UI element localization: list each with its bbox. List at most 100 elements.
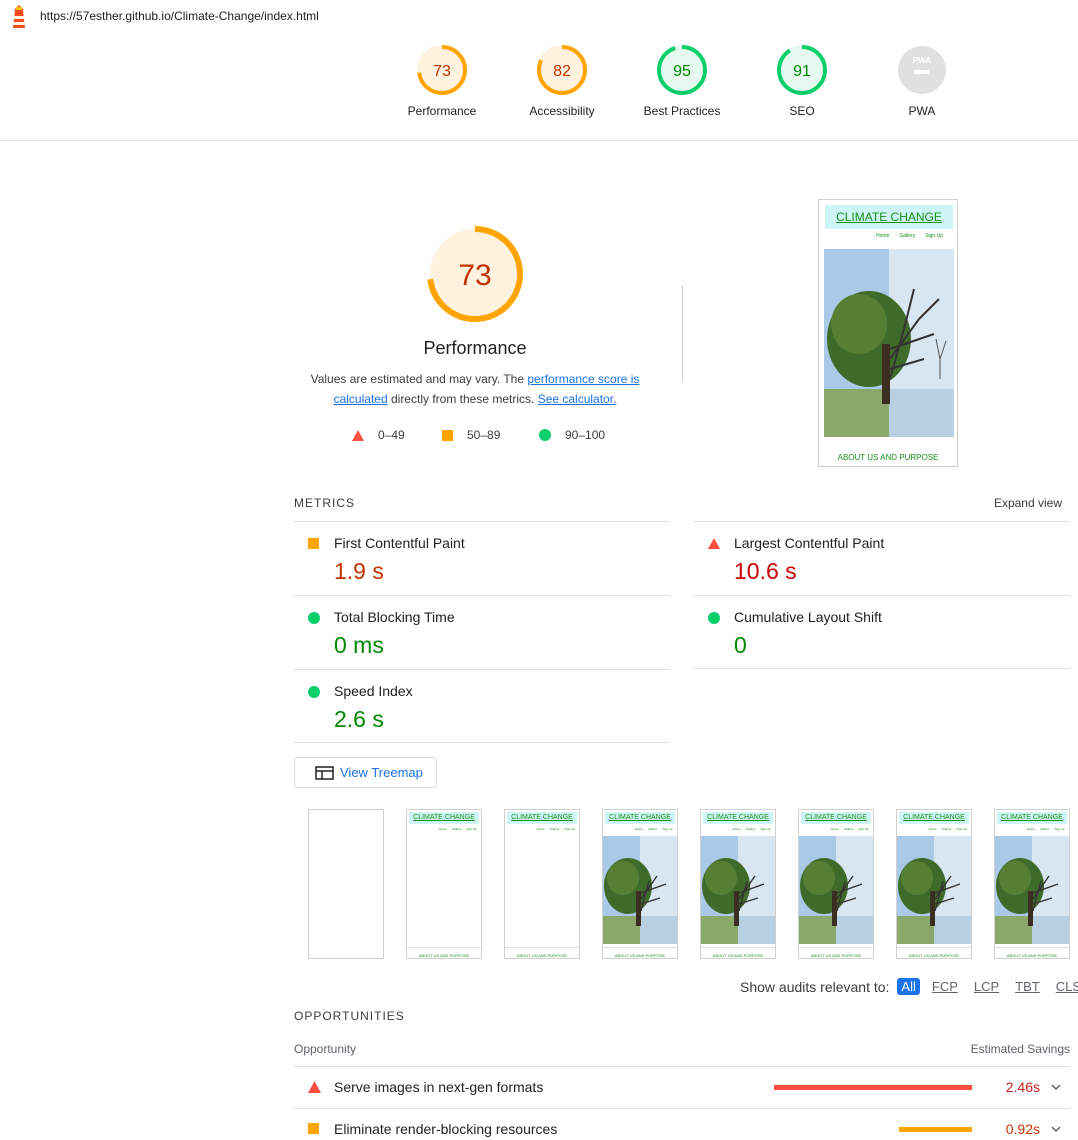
treemap-icon (315, 765, 334, 780)
metric-value: 1.9 s (334, 558, 384, 584)
column-savings: Estimated Savings (970, 1042, 1070, 1056)
opportunity-savings: 2.46s (1005, 1079, 1040, 1095)
legend-fail: 0–49 (352, 428, 405, 442)
filter-chip-tbt[interactable]: TBT (1011, 978, 1044, 995)
metrics-label: METRICS (294, 496, 355, 510)
gauge-score: 95 (673, 63, 691, 80)
score-gauge-icon: 73 (417, 45, 467, 95)
category-gauges: 73 Performance 82 Accessibility 95 Best … (0, 32, 1078, 141)
filter-chip-cls[interactable]: CLS (1052, 978, 1078, 995)
preview-header: CLIMATE CHANGE (825, 205, 953, 229)
legend-pass: 90–100 (539, 428, 605, 442)
final-screenshot[interactable]: CLIMATE CHANGE Home Gallery Sign Up ABOU… (818, 199, 958, 467)
frame-footer: ABOUT US AND PURPOSE (1006, 953, 1058, 958)
opportunities-header: Opportunity Estimated Savings (294, 1042, 1070, 1067)
filmstrip-frame: CLIMATE CHANGE Home Gallery Sign Up ABOUT US… (406, 809, 482, 959)
savings-bar (899, 1127, 972, 1132)
metric-speed-index: Speed Index 2.6 s (294, 669, 670, 743)
opportunities-label: OPPORTUNITIES (294, 1009, 405, 1023)
frame-header: CLIMATE CHANGE (801, 812, 871, 824)
frame-header: CLIMATE CHANGE (409, 812, 479, 824)
opportunity-row[interactable]: Eliminate render-blocking resources 0.92… (294, 1109, 1070, 1140)
metric-fcp: First Contentful Paint 1.9 s (294, 521, 670, 595)
performance-description: Values are estimated and may vary. The p… (300, 369, 650, 409)
filmstrip-frame: CLIMATE CHANGE Home Gallery Sign Up ABOUT US… (602, 809, 678, 959)
circle-icon (539, 429, 551, 441)
square-icon (308, 538, 319, 549)
filter-chip-all[interactable]: All (897, 978, 920, 995)
triangle-icon (308, 1081, 321, 1093)
frame-nav: Home Gallery Sign Up (1026, 827, 1065, 831)
preview-nav-item: Gallery (899, 233, 916, 239)
preview-nav-item: Sign Up (925, 233, 943, 239)
frame-header: CLIMATE CHANGE (703, 812, 773, 824)
metric-value: 10.6 s (734, 558, 797, 584)
address-bar: https://57esther.github.io/Climate-Chang… (0, 0, 1078, 32)
frame-footer: ABOUT US AND PURPOSE (712, 953, 764, 958)
gauge-pwa[interactable]: PWA PWA (872, 44, 972, 118)
audit-filter: Show audits relevant to: All FCP LCP TBT… (740, 978, 1078, 995)
metric-title: Total Blocking Time (334, 609, 455, 625)
gauge-accessibility[interactable]: 82 Accessibility (512, 44, 612, 118)
filter-chip-lcp[interactable]: LCP (970, 978, 1003, 995)
expand-view-toggle[interactable]: Expand view (994, 496, 1062, 510)
preview-nav: Home Gallery Sign Up (876, 233, 943, 239)
frame-header: CLIMATE CHANGE (507, 812, 577, 824)
metric-value: 2.6 s (334, 706, 384, 732)
score-gauge-icon: 95 (657, 45, 707, 95)
circle-icon (308, 686, 320, 698)
pwa-badge-text: PWA (913, 56, 931, 65)
preview-nav-item: Home (876, 233, 890, 239)
calculator-link[interactable]: See calculator. (538, 392, 617, 406)
score-gauge-icon: 82 (537, 45, 587, 95)
square-icon (308, 1123, 319, 1134)
frame-header: CLIMATE CHANGE (899, 812, 969, 824)
savings-bar (774, 1085, 972, 1090)
frame-nav: Home Gallery Sign Up (634, 827, 673, 831)
gauge-seo[interactable]: 91 SEO (752, 44, 852, 118)
metric-value: 0 ms (334, 632, 384, 658)
frame-nav: Home Gallery Sign Up (830, 827, 869, 831)
gauge-label: Performance (407, 104, 477, 118)
circle-icon (708, 612, 720, 624)
metric-title: Cumulative Layout Shift (734, 609, 882, 625)
filter-chip-fcp[interactable]: FCP (928, 978, 962, 995)
frame-footer: ABOUT US AND PURPOSE (614, 953, 666, 958)
chevron-down-icon[interactable] (1050, 1081, 1062, 1093)
tree-image (701, 836, 775, 944)
gauge-label: SEO (789, 104, 815, 118)
view-treemap-button[interactable]: View Treemap (294, 757, 437, 788)
metric-title: First Contentful Paint (334, 535, 465, 551)
circle-icon (308, 612, 320, 624)
filmstrip-frame: CLIMATE CHANGE Home Gallery Sign Up ABOUT US… (798, 809, 874, 959)
filter-label: Show audits relevant to: (740, 978, 890, 995)
frame-nav: Home Gallery Sign Up (438, 827, 477, 831)
gauge-score: 73 (433, 63, 451, 80)
column-opportunity: Opportunity (294, 1042, 357, 1056)
gauge-best-practices[interactable]: 95 Best Practices (632, 44, 732, 118)
triangle-icon (352, 429, 364, 441)
gauge-score: 82 (553, 63, 571, 80)
frame-nav: Home Gallery Sign Up (732, 827, 771, 831)
legend-range: 0–49 (378, 428, 405, 442)
divider (682, 285, 683, 381)
pwa-badge-icon: PWA (898, 46, 946, 94)
score-gauge-icon: 91 (777, 45, 827, 95)
legend-average: 50–89 (442, 428, 500, 442)
frame-footer: ABOUT US AND PURPOSE (418, 953, 470, 958)
page-url[interactable]: https://57esther.github.io/Climate-Chang… (40, 9, 319, 23)
frame-footer: ABOUT US AND PURPOSE (810, 953, 862, 958)
metric-tbt: Total Blocking Time 0 ms (294, 595, 670, 669)
filmstrip-frame: CLIMATE CHANGE Home Gallery Sign Up ABOUT US… (994, 809, 1070, 959)
metric-cls: Cumulative Layout Shift 0 (694, 595, 1070, 669)
gauge-performance[interactable]: 73 Performance (392, 44, 492, 118)
filmstrip-frame: CLIMATE CHANGE Home Gallery Sign Up ABOUT US… (504, 809, 580, 959)
tree-image (824, 249, 954, 437)
metric-title: Largest Contentful Paint (734, 535, 885, 551)
metric-lcp: Largest Contentful Paint 10.6 s (694, 521, 1070, 595)
performance-gauge: 73 (427, 226, 523, 322)
preview-footer: ABOUT US AND PURPOSE (837, 453, 939, 462)
opportunity-row[interactable]: Serve images in next-gen formats 2.46s (294, 1067, 1070, 1109)
opportunity-title: Serve images in next-gen formats (334, 1079, 544, 1095)
chevron-down-icon[interactable] (1050, 1123, 1062, 1135)
